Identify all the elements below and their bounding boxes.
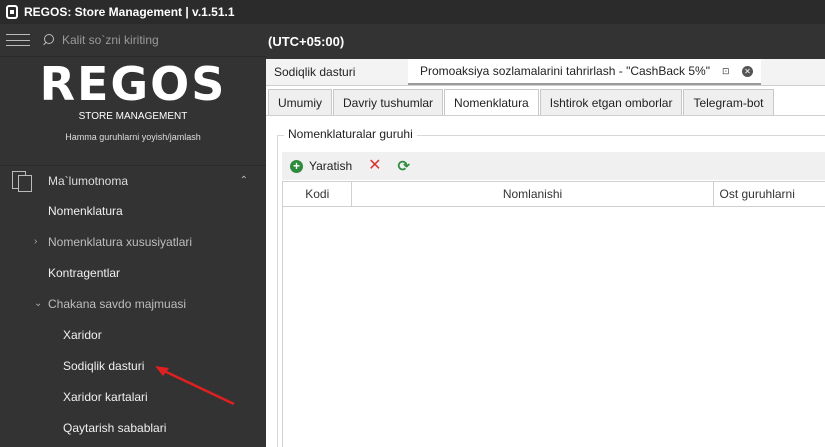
sidebar-item-label: Kontragentlar: [48, 265, 121, 280]
content-panel: Nomenklaturalar guruhi + Yaratish ✕ ⟳ Ko…: [266, 116, 825, 447]
tab-periodic-income[interactable]: Davriy tushumlar: [333, 89, 444, 115]
sidebar-item-label: Chakana savdo majmuasi: [48, 296, 187, 311]
sidebar-item-label: Sodiqlik dasturi: [63, 358, 145, 373]
sub-tabs: Umumiy Davriy tushumlar Nomenklatura Ish…: [266, 86, 825, 119]
search-icon: [42, 34, 54, 46]
create-button[interactable]: + Yaratish: [290, 159, 352, 173]
column-header-subgroups[interactable]: Ost guruhlarni: [714, 182, 825, 206]
sidebar-item-customer[interactable]: Xaridor: [0, 319, 266, 350]
tab-warehouses[interactable]: Ishtirok etgan omborlar: [539, 89, 683, 115]
document-tabs: Sodiqlik dasturi Promoaksiya sozlamalari…: [266, 59, 825, 86]
chevron-right-icon: ›: [34, 236, 38, 247]
sidebar-item-label: Nomenklatura xususiyatlari: [48, 234, 193, 249]
tab-promo-edit[interactable]: Promoaksiya sozlamalarini tahrirlash - "…: [408, 59, 761, 85]
sidebar-item-label: Xaridor kartalari: [63, 389, 148, 404]
column-header-code[interactable]: Kodi: [283, 182, 353, 206]
logo-subtitle: STORE MANAGEMENT: [78, 111, 188, 122]
app-icon: [6, 5, 18, 19]
group-title: Nomenklaturalar guruhi: [284, 127, 417, 141]
tab-loyalty-program[interactable]: Sodiqlik dasturi: [266, 59, 408, 85]
tab-label: Promoaksiya sozlamalarini tahrirlash - "…: [420, 64, 710, 78]
timezone-label: (UTC+05:00): [268, 34, 345, 49]
sidebar-item-nomenklatura-properties[interactable]: › Nomenklatura xususiyatlari: [0, 226, 266, 257]
section-label: Ma`lumotnoma: [48, 173, 129, 188]
hamburger-menu-icon[interactable]: [6, 34, 30, 46]
tab-telegram-bot[interactable]: Telegram-bot: [683, 89, 774, 115]
sidebar-item-retail-complex[interactable]: ⌄ Chakana savdo majmuasi: [0, 288, 266, 319]
sidebar-item-nomenklatura[interactable]: Nomenklatura: [0, 195, 266, 226]
column-header-name[interactable]: Nomlanishi: [352, 182, 714, 206]
section-header-reference[interactable]: Ma`lumotnoma ⌃: [0, 165, 266, 195]
tab-label: Davriy tushumlar: [343, 95, 434, 110]
group-toolbar: + Yaratish ✕ ⟳: [282, 152, 825, 180]
tab-label: Telegram-bot: [693, 95, 764, 110]
window-title: REGOS: Store Management | v.1.51.1: [24, 5, 235, 19]
chevron-up-icon: ⌃: [239, 175, 248, 186]
sidebar-search-row: [0, 24, 266, 57]
tab-general[interactable]: Umumiy: [268, 89, 332, 115]
logo-block: REGOS STORE MANAGEMENT Hamma guruhlarni …: [0, 57, 266, 165]
tab-nomenklatura[interactable]: Nomenklatura: [444, 89, 539, 119]
tab-label: Nomenklatura: [454, 95, 529, 110]
close-icon[interactable]: ✕: [741, 65, 753, 77]
sidebar-item-label: Xaridor: [63, 327, 102, 342]
search-input[interactable]: [62, 33, 242, 47]
logo: REGOS: [39, 57, 227, 111]
group-grid: Kodi Nomlanishi Ost guruhlarni: [282, 181, 825, 447]
delete-icon[interactable]: ✕: [368, 158, 381, 174]
tab-label: Ishtirok etgan omborlar: [549, 95, 673, 110]
chevron-down-icon: ⌄: [34, 298, 43, 309]
grid-header: Kodi Nomlanishi Ost guruhlarni: [283, 182, 825, 207]
sidebar: REGOS STORE MANAGEMENT Hamma guruhlarni …: [0, 24, 266, 447]
reference-book-icon: [12, 170, 34, 192]
sidebar-item-return-reasons[interactable]: Qaytarish sabablari: [0, 412, 266, 443]
tab-label: Sodiqlik dasturi: [274, 65, 356, 79]
plus-icon: +: [290, 159, 303, 173]
expand-collapse-groups-link[interactable]: Hamma guruhlarni yoyish/jamlash: [0, 132, 266, 142]
refresh-icon[interactable]: ⟳: [398, 159, 411, 174]
sidebar-item-label: Nomenklatura: [48, 203, 123, 218]
sidebar-item-label: Qaytarish sabablari: [63, 420, 167, 435]
sidebar-item-loyalty-program[interactable]: Sodiqlik dasturi: [0, 350, 266, 381]
tab-label: Umumiy: [278, 95, 322, 110]
main-top-bar: (UTC+05:00): [266, 24, 825, 59]
sidebar-item-contragents[interactable]: Kontragentlar: [0, 257, 266, 288]
create-label: Yaratish: [309, 159, 353, 173]
title-bar: REGOS: Store Management | v.1.51.1: [0, 0, 825, 24]
pin-icon[interactable]: ⊡: [722, 66, 732, 77]
sidebar-item-customer-cards[interactable]: Xaridor kartalari: [0, 381, 266, 412]
